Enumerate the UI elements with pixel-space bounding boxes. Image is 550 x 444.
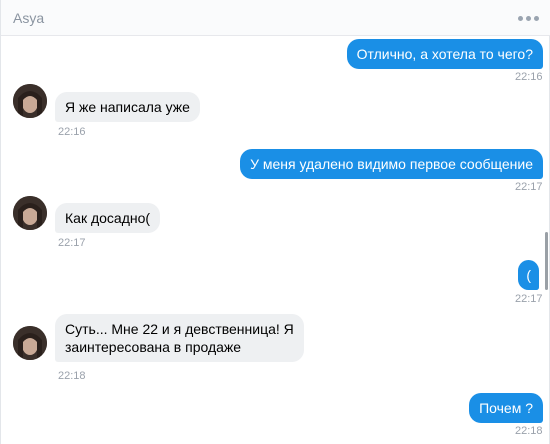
incoming-message-bubble[interactable]: Суть... Мне 22 и я девственница! Я заинт… xyxy=(55,314,304,362)
message-text-line: заинтересована в продаже xyxy=(65,339,242,355)
message-text: Почем ? xyxy=(479,400,533,416)
message-timestamp: 22:18 xyxy=(58,370,86,382)
avatar-photo xyxy=(13,196,47,230)
message-timestamp: 22:16 xyxy=(58,126,86,138)
chat-header: Asya xyxy=(1,0,550,36)
avatar-icon[interactable] xyxy=(13,84,47,118)
message-timestamp: 22:17 xyxy=(515,181,543,193)
avatar-icon[interactable] xyxy=(13,196,47,230)
message-text: Я же написала уже xyxy=(65,99,190,115)
outgoing-message-bubble[interactable]: Почем ? xyxy=(469,393,543,423)
outgoing-message-bubble[interactable]: Отлично, а хотела то чего? xyxy=(346,39,543,69)
outgoing-message-bubble[interactable]: ( xyxy=(518,260,539,290)
message-text: У меня удалено видимо первое сообщение xyxy=(250,156,533,172)
message-timestamp: 22:17 xyxy=(58,237,86,249)
avatar-photo xyxy=(13,84,47,118)
contact-name[interactable]: Asya xyxy=(13,10,44,26)
message-timestamp: 22:18 xyxy=(515,425,543,437)
message-timestamp: 22:16 xyxy=(515,71,543,83)
message-text: Как досадно( xyxy=(65,210,151,226)
message-timestamp: 22:17 xyxy=(515,293,543,305)
message-text: Отлично, а хотела то чего? xyxy=(356,46,533,62)
message-text-line: Суть... Мне 22 и я девственница! Я xyxy=(65,321,294,337)
incoming-message-bubble[interactable]: Я же написала уже xyxy=(55,92,200,122)
chat-window: Asya Отлично, а хотела то чего? 22:16 Я … xyxy=(0,0,550,444)
message-text: ( xyxy=(526,267,531,283)
more-options-icon[interactable] xyxy=(518,16,540,22)
scrollbar[interactable] xyxy=(545,232,548,290)
incoming-message-bubble[interactable]: Как досадно( xyxy=(55,203,161,233)
outgoing-message-bubble[interactable]: У меня удалено видимо первое сообщение xyxy=(240,149,543,179)
avatar-photo xyxy=(13,326,47,360)
avatar-icon[interactable] xyxy=(13,326,47,360)
